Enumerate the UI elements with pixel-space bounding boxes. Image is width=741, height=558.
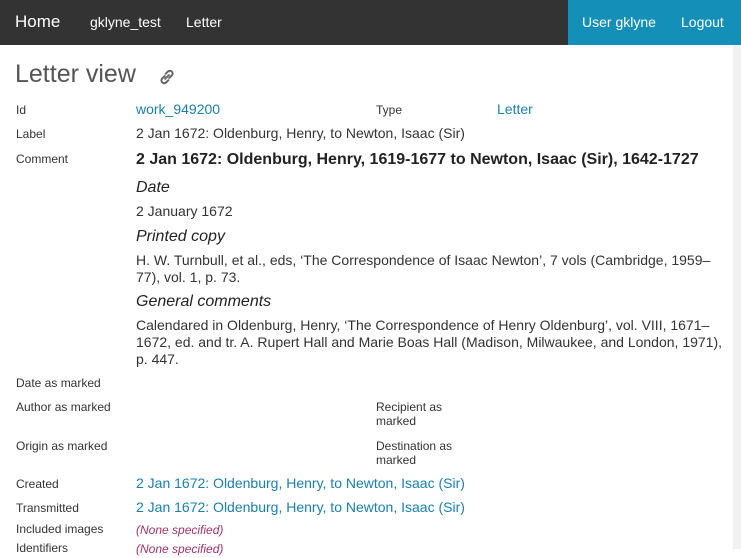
date-as-marked-label: Date as marked bbox=[16, 376, 101, 390]
nav-home-link[interactable]: Home bbox=[15, 0, 60, 45]
comment-printed-text: H. W. Turnbull, et al., eds, ‘The Corres… bbox=[136, 252, 711, 285]
user-bar: User gklyne Logout bbox=[568, 0, 741, 45]
nav-user-link[interactable]: User gklyne bbox=[582, 0, 656, 45]
comment-date-text: 2 January 1672 bbox=[136, 203, 233, 219]
author-as-marked-label: Author as marked bbox=[16, 400, 111, 414]
comment-label: Comment bbox=[16, 152, 69, 166]
included-images-label: Included images bbox=[16, 522, 104, 536]
destination-as-marked-label: Destination as marked bbox=[376, 439, 453, 467]
created-value-link[interactable]: 2 Jan 1672: Oldenburg, Henry, to Newton,… bbox=[136, 475, 465, 492]
type-value-link[interactable]: Letter bbox=[497, 101, 533, 118]
comment-date-heading: Date bbox=[136, 179, 170, 196]
nav-logout-link[interactable]: Logout bbox=[681, 0, 724, 45]
comment-general-heading: General comments bbox=[136, 293, 272, 310]
label-label: Label bbox=[16, 127, 46, 141]
label-value: 2 Jan 1672: Oldenburg, Henry, to Newton,… bbox=[136, 125, 465, 141]
transmitted-value-link[interactable]: 2 Jan 1672: Oldenburg, Henry, to Newton,… bbox=[136, 499, 465, 516]
page-scrollbar[interactable] bbox=[733, 45, 741, 549]
included-images-value: (None specified) bbox=[136, 523, 224, 537]
comment-printed-heading: Printed copy bbox=[136, 228, 225, 245]
transmitted-label: Transmitted bbox=[16, 501, 79, 515]
top-navbar: Home gklyne_test Letter User gklyne Logo… bbox=[0, 0, 741, 45]
identifiers-value: (None specified) bbox=[136, 542, 224, 556]
page-title: Letter view bbox=[15, 60, 136, 88]
origin-as-marked-label: Origin as marked bbox=[16, 439, 108, 453]
id-value-link[interactable]: work_949200 bbox=[136, 101, 220, 118]
created-label: Created bbox=[16, 477, 59, 491]
link-icon[interactable] bbox=[156, 66, 178, 88]
type-label: Type bbox=[376, 103, 403, 117]
nav-type-link[interactable]: Letter bbox=[186, 0, 222, 45]
nav-collection-link[interactable]: gklyne_test bbox=[90, 0, 161, 45]
comment-general-text: Calendared in Oldenburg, Henry, ‘The Cor… bbox=[136, 317, 723, 367]
id-label: Id bbox=[16, 103, 27, 117]
comment-title: 2 Jan 1672: Oldenburg, Henry, 1619-1677 … bbox=[136, 151, 699, 168]
recipient-as-marked-label: Recipient as marked bbox=[376, 400, 443, 428]
